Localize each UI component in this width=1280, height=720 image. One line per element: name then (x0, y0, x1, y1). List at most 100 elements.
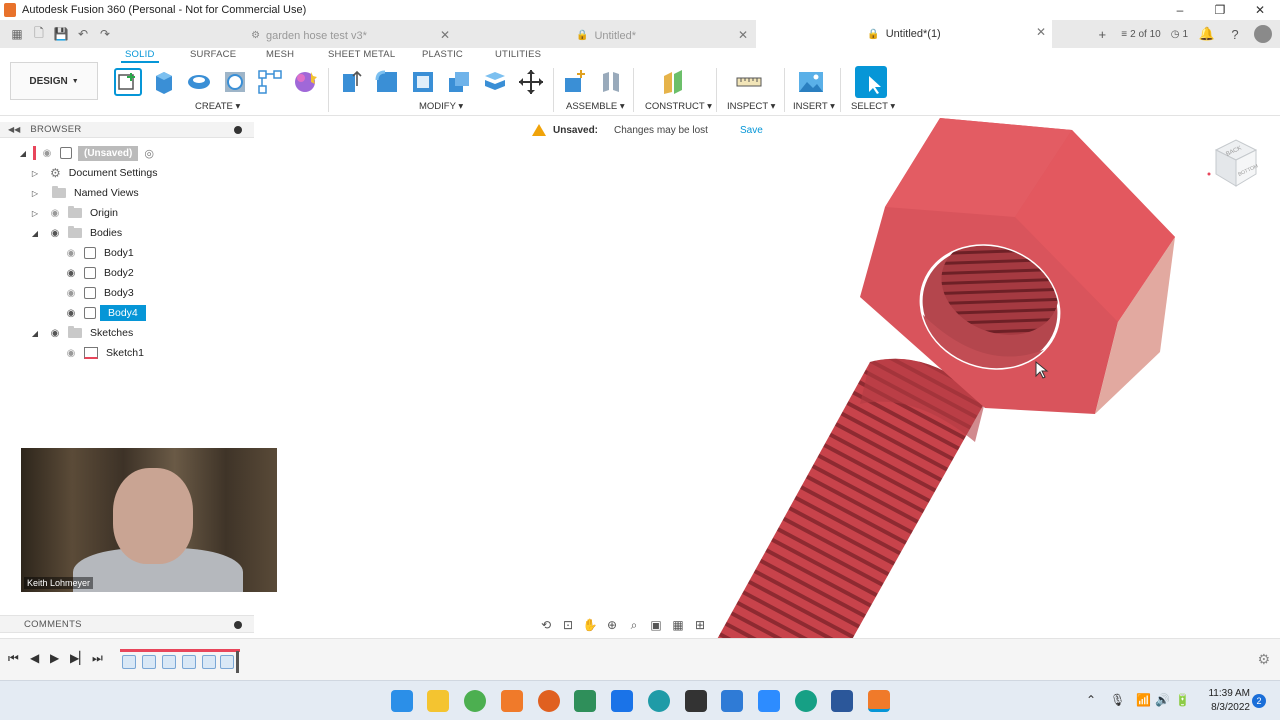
expand-triangle-icon[interactable]: ▷ (30, 189, 40, 198)
tab-solid[interactable]: SOLID (121, 49, 158, 63)
tab-plastic[interactable]: PLASTIC (422, 49, 463, 60)
activate-radio-icon[interactable]: ◎ (144, 147, 154, 160)
insert-menu[interactable]: INSERT ▾ (793, 101, 835, 112)
expand-triangle-icon[interactable]: ◢ (18, 149, 28, 158)
visibility-eye-icon[interactable]: ◉ (64, 308, 78, 319)
visibility-eye-icon[interactable]: ◉ (48, 228, 62, 239)
speaker-icon[interactable]: 🔊 (1155, 693, 1170, 707)
visibility-eye-icon[interactable]: ◉ (64, 348, 78, 359)
visibility-eye-icon[interactable]: ◉ (48, 208, 62, 219)
browser-item-sketches[interactable]: ◢ ◉ Sketches (30, 323, 133, 343)
minimize-button[interactable]: – (1160, 0, 1200, 20)
hole-icon[interactable] (221, 68, 249, 96)
tab-untitled-1[interactable]: 🔒 Untitled*(1) ✕ (756, 20, 1052, 48)
file-icon[interactable]: 🗋 (28, 24, 50, 44)
timeline-feature-item[interactable] (202, 655, 216, 669)
close-window-button[interactable]: ✕ (1240, 0, 1280, 20)
timeline-feature-item[interactable] (162, 655, 176, 669)
tab-garden-hose[interactable]: ⚙ garden hose test v3* ✕ (162, 23, 456, 48)
bell-icon[interactable]: 🔔 (1198, 25, 1216, 43)
wifi-icon[interactable]: 📶 (1136, 693, 1151, 707)
clock-status[interactable]: ◷ 1 (1171, 25, 1188, 43)
workspace-switcher[interactable]: DESIGN ▼ (10, 62, 98, 100)
battery-icon[interactable]: 🔋 (1175, 693, 1190, 707)
expand-triangle-icon[interactable]: ◢ (30, 329, 40, 338)
windows-start-icon[interactable] (391, 690, 413, 712)
browser-item-sketch1[interactable]: ◉ Sketch1 (56, 343, 144, 363)
browser-item-bodies[interactable]: ◢ ◉ Bodies (30, 223, 122, 243)
help-icon[interactable]: ? (1226, 25, 1244, 43)
job-status[interactable]: ≡ 2 of 10 (1121, 25, 1160, 43)
combine-icon[interactable] (445, 68, 473, 96)
browser-item-body1[interactable]: ◉ Body1 (56, 243, 134, 263)
fusion-active-icon[interactable] (868, 690, 890, 712)
visibility-eye-icon[interactable]: ◉ (48, 328, 62, 339)
zoom-app-icon[interactable] (758, 690, 780, 712)
tab-untitled[interactable]: 🔒 Untitled* ✕ (458, 23, 754, 48)
tab-mesh[interactable]: MESH (266, 49, 294, 60)
press-pull-icon[interactable] (337, 68, 365, 96)
slicer-icon[interactable] (538, 690, 560, 712)
pin-icon[interactable] (234, 621, 242, 629)
browser-item-named-views[interactable]: ▷ Named Views (30, 183, 139, 203)
timeline-marker[interactable] (236, 651, 239, 673)
arduino-icon[interactable] (648, 690, 670, 712)
create-form-icon[interactable] (291, 68, 319, 96)
file-explorer-icon[interactable] (427, 690, 449, 712)
timeline-feature-item[interactable] (142, 655, 156, 669)
pin-icon[interactable] (234, 126, 242, 134)
system-clock[interactable]: 11:39 AM 8/3/2022 (1196, 687, 1250, 715)
insert-image-icon[interactable] (797, 68, 825, 96)
select-menu[interactable]: SELECT ▾ (851, 101, 895, 112)
viewport-canvas[interactable] (560, 112, 1280, 638)
assemble-menu[interactable]: ASSEMBLE ▾ (566, 101, 625, 112)
viewports-icon[interactable]: ⊞ (691, 617, 709, 633)
word-icon[interactable] (831, 690, 853, 712)
play-icon[interactable]: ▶ (50, 651, 59, 665)
go-to-end-icon[interactable]: ⏭ (92, 651, 103, 666)
microphone-icon[interactable]: 🎙 (1110, 693, 1125, 707)
revolve-icon[interactable] (185, 68, 213, 96)
avatar[interactable] (1254, 25, 1272, 43)
chrome-icon[interactable] (464, 690, 486, 712)
grid-menu-icon[interactable]: ▦ (6, 24, 28, 44)
orbit-icon[interactable]: ⟲ (537, 617, 555, 633)
notification-badge[interactable]: 2 (1252, 694, 1266, 708)
browser-root[interactable]: ◢ ◉ (Unsaved) ◎ (18, 143, 154, 163)
store-icon[interactable] (611, 690, 633, 712)
step-forward-icon[interactable]: ▶▏ (70, 651, 88, 665)
go-to-start-icon[interactable]: ⏮ (8, 651, 19, 666)
display-settings-icon[interactable]: ▣ (647, 617, 665, 633)
visibility-eye-icon[interactable]: ◉ (64, 288, 78, 299)
shell-icon[interactable] (409, 68, 437, 96)
joint-icon[interactable] (597, 68, 625, 96)
timeline-feature-item[interactable] (182, 655, 196, 669)
close-tab-icon[interactable]: ✕ (738, 28, 748, 42)
extrude-icon[interactable] (150, 68, 178, 96)
maximize-button[interactable]: ❐ (1200, 0, 1240, 20)
collapse-panel-icon[interactable]: ◀◀ (8, 125, 20, 134)
pattern-icon[interactable] (256, 68, 284, 96)
look-at-icon[interactable]: ⊡ (559, 617, 577, 633)
visibility-eye-icon[interactable]: ◉ (64, 268, 78, 279)
close-tab-icon[interactable]: ✕ (1036, 25, 1046, 39)
fusion-app-icon[interactable] (501, 690, 523, 712)
inkscape-icon[interactable] (685, 690, 707, 712)
viewcube[interactable]: BACK BOTTOM (1206, 136, 1260, 190)
split-body-icon[interactable] (481, 68, 509, 96)
comments-panel[interactable]: COMMENTS (0, 615, 254, 633)
undo-icon[interactable]: ↶ (72, 24, 94, 44)
browser-item-body2[interactable]: ◉ Body2 (56, 263, 134, 283)
calculator-icon[interactable] (574, 690, 596, 712)
construct-menu[interactable]: CONSTRUCT ▾ (645, 101, 712, 112)
timeline-sketch-item[interactable] (122, 655, 136, 669)
bolt-shank[interactable] (710, 358, 985, 638)
new-component-icon[interactable] (561, 68, 589, 96)
select-icon[interactable] (855, 66, 887, 98)
browser-item-origin[interactable]: ▷ ◉ Origin (30, 203, 118, 223)
modify-menu[interactable]: MODIFY ▾ (419, 101, 463, 112)
grid-settings-icon[interactable]: ▦ (669, 617, 687, 633)
create-sketch-icon[interactable] (114, 68, 142, 96)
offset-plane-icon[interactable] (660, 68, 688, 96)
save-icon[interactable]: 💾 (50, 24, 72, 44)
